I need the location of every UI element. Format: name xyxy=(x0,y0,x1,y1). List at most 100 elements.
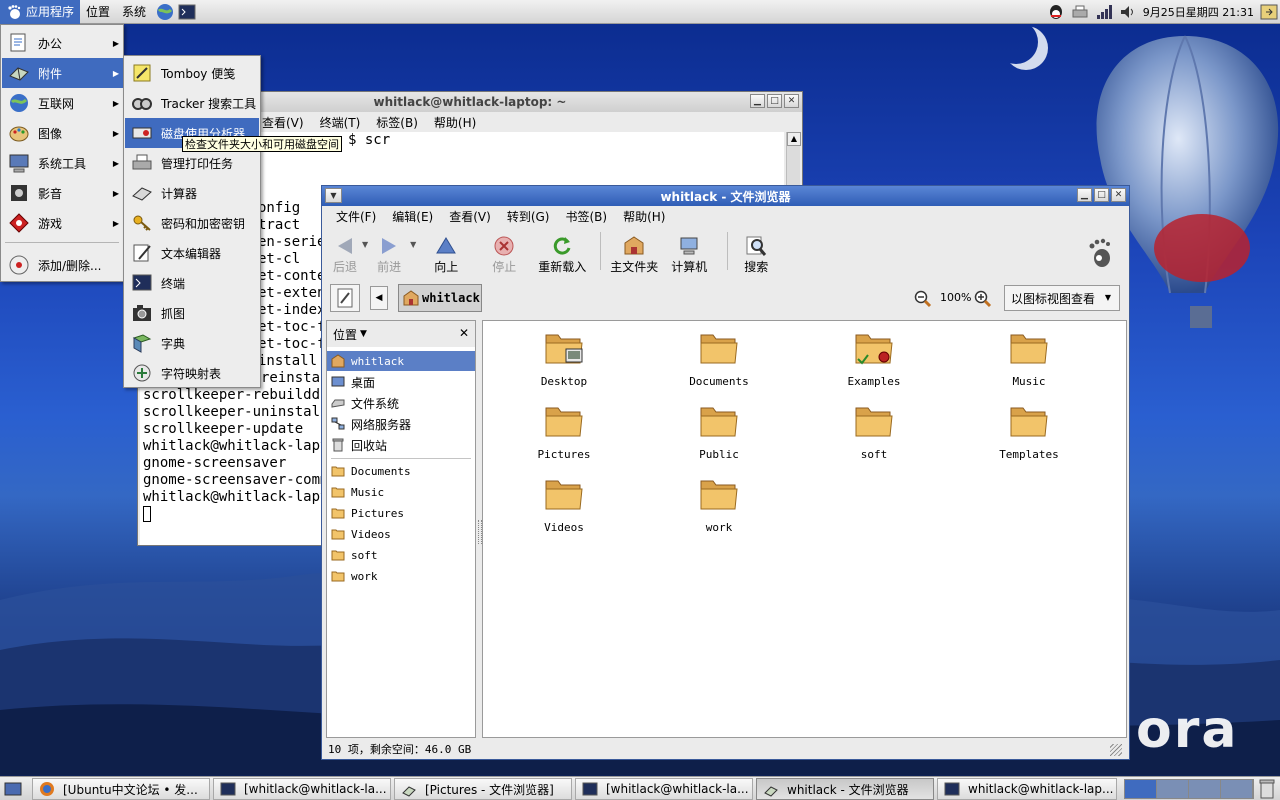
menu-item-internet[interactable]: 互联网 ▶ xyxy=(2,88,123,118)
printer-tray-icon[interactable] xyxy=(1071,3,1089,21)
system-menu[interactable]: 系统 xyxy=(116,0,152,24)
terminal-menu-help[interactable]: 帮助(H) xyxy=(426,114,484,131)
close-button[interactable]: ✕ xyxy=(784,94,799,108)
back-button[interactable]: 后退 xyxy=(328,226,362,275)
menu-item-label: 影音 xyxy=(38,186,63,201)
close-button[interactable]: ✕ xyxy=(1111,188,1126,202)
zoom-level[interactable]: 100% xyxy=(940,291,971,304)
forward-button[interactable]: 前进 xyxy=(368,226,410,275)
task-button-terminal-2[interactable]: [whitlack@whitlack-la... xyxy=(575,778,753,800)
sidebar-bookmark-music[interactable]: Music xyxy=(327,482,475,502)
file-item-templates[interactable]: Templates xyxy=(964,402,1094,468)
home-button[interactable]: 主文件夹 xyxy=(609,226,659,275)
zoom-in-icon[interactable] xyxy=(974,290,992,308)
search-button[interactable]: 搜索 xyxy=(736,226,776,275)
stop-button[interactable]: 停止 xyxy=(476,226,532,275)
file-item-documents[interactable]: Documents xyxy=(654,329,784,395)
file-item-pictures[interactable]: Pictures xyxy=(499,402,629,468)
web-browser-launcher-icon[interactable] xyxy=(156,3,174,21)
menu-item-office[interactable]: 办公 ▶ xyxy=(2,28,123,58)
task-button-firefox[interactable]: [Ubuntu中文论坛 • 发... xyxy=(32,778,210,800)
menu-help[interactable]: 帮助(H) xyxy=(615,208,673,225)
sidebar-item-desktop[interactable]: 桌面 xyxy=(327,372,475,392)
file-item-music[interactable]: Music xyxy=(964,329,1094,395)
browser-titlebar[interactable]: ▼ whitlack - 文件浏览器 ▁ □ ✕ xyxy=(322,186,1129,206)
menu-item-print-manager[interactable]: 管理打印任务 xyxy=(125,148,259,178)
menu-item-tracker[interactable]: Tracker 搜索工具 xyxy=(125,88,259,118)
menu-file[interactable]: 文件(F) xyxy=(328,208,384,225)
minimize-button[interactable]: ▁ xyxy=(1077,188,1092,202)
task-button-home-browser[interactable]: whitlack - 文件浏览器 xyxy=(756,778,934,800)
menu-item-screenshot[interactable]: 抓图 xyxy=(125,298,259,328)
menu-bookmarks[interactable]: 书签(B) xyxy=(557,208,615,225)
maximize-button[interactable]: □ xyxy=(767,94,782,108)
sidebar-bookmark-pictures[interactable]: Pictures xyxy=(327,503,475,523)
menu-item-terminal[interactable]: 终端 xyxy=(125,268,259,298)
location-toggle-button[interactable] xyxy=(330,284,360,312)
menu-item-text-editor[interactable]: 文本编辑器 xyxy=(125,238,259,268)
path-button-home[interactable]: whitlack xyxy=(398,284,482,312)
view-mode-select[interactable]: 以图标视图查看 ▼ xyxy=(1004,285,1120,311)
file-item-desktop[interactable]: Desktop xyxy=(499,329,629,395)
sidebar-header[interactable]: 位置 ▼ ✕ xyxy=(327,321,475,347)
terminal-menu-tabs[interactable]: 标签(B) xyxy=(368,114,426,131)
sidebar-bookmark-work[interactable]: work xyxy=(327,566,475,586)
sidebar-bookmark-soft[interactable]: soft xyxy=(327,545,475,565)
menu-item-games[interactable]: 游戏 ▶ xyxy=(2,208,123,238)
menu-item-system-tools[interactable]: 系统工具 ▶ xyxy=(2,148,123,178)
task-button-terminal-3[interactable]: whitlack@whitlack-lap... xyxy=(937,778,1117,800)
qq-icon[interactable] xyxy=(1047,3,1065,21)
logout-icon[interactable] xyxy=(1260,3,1278,21)
volume-icon[interactable] xyxy=(1119,3,1137,21)
menu-item-passwords-keys[interactable]: 密码和加密密钥 xyxy=(125,208,259,238)
menu-item-multimedia[interactable]: 影音 ▶ xyxy=(2,178,123,208)
menu-item-dictionary[interactable]: 字典 xyxy=(125,328,259,358)
sidebar-close-icon[interactable]: ✕ xyxy=(459,326,469,340)
file-item-examples[interactable]: Examples xyxy=(809,329,939,395)
file-item-public[interactable]: Public xyxy=(654,402,784,468)
menu-item-tomboy[interactable]: Tomboy 便笺 xyxy=(125,58,259,88)
scroll-up-arrow-icon[interactable]: ▲ xyxy=(787,132,801,146)
sidebar-item-trash[interactable]: 回收站 xyxy=(327,435,475,455)
resize-grip[interactable] xyxy=(1110,744,1122,756)
sidebar-bookmark-documents[interactable]: Documents xyxy=(327,461,475,481)
terminal-menu-terminal[interactable]: 终端(T) xyxy=(312,114,369,131)
reload-button[interactable]: 重新载入 xyxy=(532,226,592,275)
file-item-soft[interactable]: soft xyxy=(809,402,939,468)
menu-go[interactable]: 转到(G) xyxy=(499,208,558,225)
task-button-pictures-browser[interactable]: [Pictures - 文件浏览器] xyxy=(394,778,572,800)
sidebar-bookmark-videos[interactable]: Videos xyxy=(327,524,475,544)
menu-edit[interactable]: 编辑(E) xyxy=(384,208,441,225)
applications-menu[interactable]: 应用程序 xyxy=(0,0,81,24)
window-menu-button[interactable]: ▼ xyxy=(325,188,342,203)
trash-applet-icon[interactable] xyxy=(1258,779,1276,799)
workspace-3[interactable] xyxy=(1189,780,1221,798)
workspace-4[interactable] xyxy=(1221,780,1253,798)
zoom-out-icon[interactable] xyxy=(914,290,932,308)
menu-item-charmap[interactable]: 字符映射表 xyxy=(125,358,259,388)
show-desktop-icon[interactable] xyxy=(4,780,22,798)
up-button[interactable]: 向上 xyxy=(416,226,476,275)
task-button-terminal[interactable]: [whitlack@whitlack-la... xyxy=(213,778,391,800)
computer-button[interactable]: 计算机 xyxy=(659,226,719,275)
clock[interactable]: 9月25日星期四 21:31 xyxy=(1143,4,1254,20)
places-menu[interactable]: 位置 xyxy=(80,0,116,24)
file-item-videos[interactable]: Videos xyxy=(499,475,629,541)
sidebar-item-filesystem[interactable]: 文件系统 xyxy=(327,393,475,413)
workspace-1[interactable] xyxy=(1125,780,1157,798)
file-item-work[interactable]: work xyxy=(654,475,784,541)
terminal-launcher-icon[interactable] xyxy=(178,3,196,21)
network-signal-icon[interactable] xyxy=(1095,3,1113,21)
menu-item-graphics[interactable]: 图像 ▶ xyxy=(2,118,123,148)
workspace-2[interactable] xyxy=(1157,780,1189,798)
menu-item-accessories[interactable]: 附件 ▶ xyxy=(2,58,123,88)
terminal-menu-view[interactable]: 查看(V) xyxy=(254,114,312,131)
path-scroll-left-button[interactable]: ◀ xyxy=(370,286,388,310)
menu-item-calculator[interactable]: 计算器 xyxy=(125,178,259,208)
sidebar-item-network[interactable]: 网络服务器 xyxy=(327,414,475,434)
maximize-button[interactable]: □ xyxy=(1094,188,1109,202)
sidebar-item-home[interactable]: whitlack xyxy=(327,351,475,371)
menu-view[interactable]: 查看(V) xyxy=(441,208,499,225)
menu-item-add-remove[interactable]: 添加/删除... xyxy=(2,250,123,280)
minimize-button[interactable]: ▁ xyxy=(750,94,765,108)
